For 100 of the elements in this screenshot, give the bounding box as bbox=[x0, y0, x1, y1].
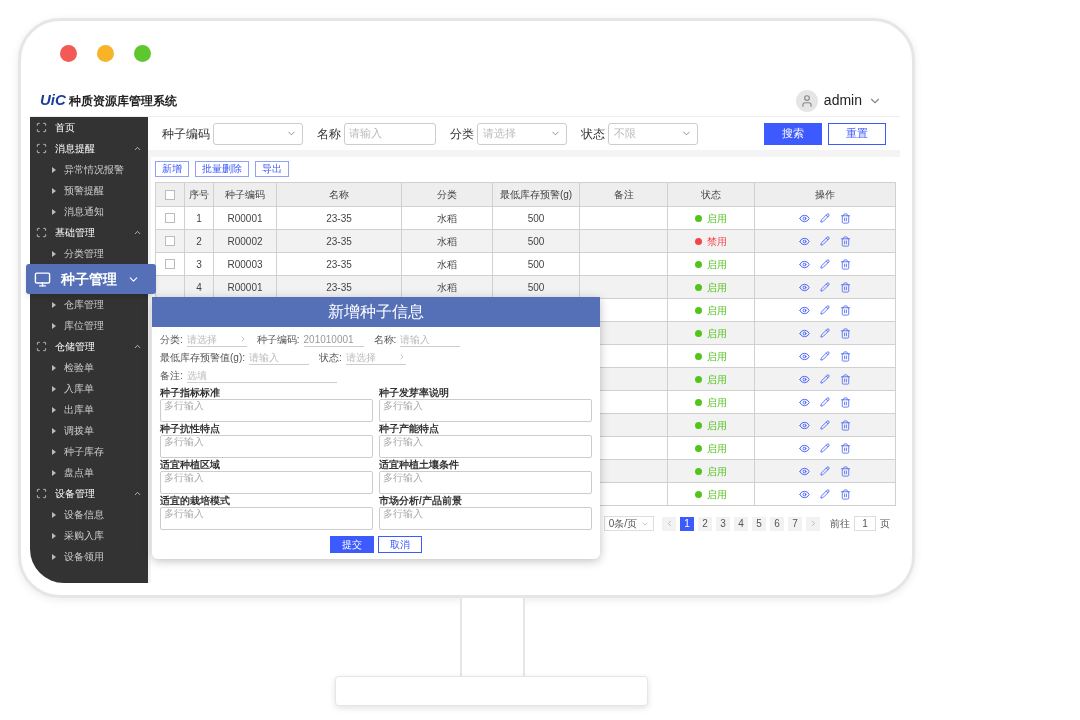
avatar[interactable] bbox=[795, 89, 818, 112]
edit-icon[interactable] bbox=[820, 328, 830, 338]
trash-icon[interactable] bbox=[840, 350, 851, 362]
edit-icon[interactable] bbox=[820, 420, 830, 430]
page-button[interactable]: 5 bbox=[752, 516, 766, 531]
edit-icon[interactable] bbox=[820, 282, 830, 292]
sidebar-group[interactable]: 设备管理 bbox=[30, 483, 148, 504]
trash-icon[interactable] bbox=[840, 304, 851, 316]
edit-icon[interactable] bbox=[820, 374, 830, 384]
prev-page-button[interactable] bbox=[662, 516, 676, 531]
checkbox[interactable] bbox=[165, 236, 175, 246]
sidebar-group[interactable]: 基础管理 bbox=[30, 222, 148, 243]
close-window-icon[interactable] bbox=[60, 44, 77, 62]
edit-icon[interactable] bbox=[820, 213, 830, 223]
sidebar-group[interactable]: 首页 bbox=[30, 117, 148, 138]
page-button[interactable]: 1 bbox=[680, 516, 694, 531]
sidebar-item-selected[interactable]: 种子管理 bbox=[26, 264, 156, 294]
sidebar-item[interactable]: 采购入库 bbox=[30, 525, 148, 546]
triangle-icon bbox=[52, 532, 56, 539]
triangle-icon bbox=[52, 511, 56, 518]
edit-icon[interactable] bbox=[820, 489, 830, 499]
edit-icon[interactable] bbox=[820, 259, 830, 269]
view-icon[interactable] bbox=[799, 442, 810, 454]
sidebar-item[interactable]: 分类管理 bbox=[30, 243, 148, 264]
goto-input[interactable]: 1 bbox=[854, 516, 876, 531]
sidebar-item[interactable]: 出库单 bbox=[30, 399, 148, 420]
view-icon[interactable] bbox=[799, 488, 810, 500]
view-icon[interactable] bbox=[799, 258, 810, 270]
view-icon[interactable] bbox=[799, 281, 810, 293]
view-icon[interactable] bbox=[799, 419, 810, 431]
edit-icon[interactable] bbox=[820, 397, 830, 407]
trash-icon[interactable] bbox=[840, 396, 851, 408]
edit-icon[interactable] bbox=[820, 443, 830, 453]
trash-icon[interactable] bbox=[840, 442, 851, 454]
sidebar-item[interactable]: 检验单 bbox=[30, 357, 148, 378]
edit-icon[interactable] bbox=[820, 351, 830, 361]
edit-icon[interactable] bbox=[820, 305, 830, 315]
checkbox[interactable] bbox=[165, 259, 175, 269]
column-header: 操作 bbox=[754, 182, 896, 207]
form-button[interactable]: 取消 bbox=[378, 536, 422, 553]
form-button[interactable]: 提交 bbox=[330, 536, 374, 553]
sidebar-item[interactable]: 消息通知 bbox=[30, 201, 148, 222]
sidebar-item[interactable]: 入库单 bbox=[30, 378, 148, 399]
checkbox[interactable] bbox=[165, 189, 175, 200]
edit-icon[interactable] bbox=[820, 236, 830, 246]
trash-icon[interactable] bbox=[840, 235, 851, 247]
sidebar-item[interactable]: 设备领用 bbox=[30, 546, 148, 567]
textarea-label: 适宜的栽培模式 bbox=[160, 494, 231, 507]
page-size-select[interactable]: 0条/页 bbox=[603, 516, 654, 531]
view-icon[interactable] bbox=[799, 465, 810, 477]
page-button[interactable]: 4 bbox=[734, 516, 748, 531]
toolbar-button[interactable]: 新增 bbox=[155, 161, 189, 177]
view-icon[interactable] bbox=[799, 304, 810, 316]
edit-icon[interactable] bbox=[820, 466, 830, 476]
page-button[interactable]: 3 bbox=[716, 516, 730, 531]
checkbox[interactable] bbox=[165, 213, 175, 223]
table-cell: 23-35 bbox=[326, 281, 352, 293]
sidebar-item[interactable]: 异常情况报警 bbox=[30, 159, 148, 180]
sidebar-item-label: 种子管理 bbox=[61, 269, 117, 289]
frame-icon bbox=[36, 227, 47, 238]
filter-button[interactable]: 重置 bbox=[828, 122, 886, 145]
sidebar-group[interactable]: 消息提醒 bbox=[30, 138, 148, 159]
status-text: 启用 bbox=[707, 257, 727, 272]
filter-button[interactable]: 搜索 bbox=[764, 122, 822, 145]
view-icon[interactable] bbox=[799, 212, 810, 224]
status-text: 启用 bbox=[707, 211, 727, 226]
view-icon[interactable] bbox=[799, 373, 810, 385]
field-label: 名称: bbox=[373, 333, 397, 347]
trash-icon[interactable] bbox=[840, 465, 851, 477]
textarea-label: 种子指标标准 bbox=[160, 386, 221, 399]
next-page-button[interactable] bbox=[806, 516, 820, 531]
sidebar-item[interactable]: 设备信息 bbox=[30, 504, 148, 525]
toolbar-button[interactable]: 导出 bbox=[255, 161, 289, 177]
sidebar-item[interactable]: 盘点单 bbox=[30, 462, 148, 483]
page-button[interactable]: 6 bbox=[770, 516, 784, 531]
view-icon[interactable] bbox=[799, 327, 810, 339]
view-icon[interactable] bbox=[799, 350, 810, 362]
table-cell: 3 bbox=[196, 258, 202, 270]
sidebar-item[interactable]: 仓库管理 bbox=[30, 294, 148, 315]
sidebar-item[interactable]: 库位管理 bbox=[30, 315, 148, 336]
minimize-window-icon[interactable] bbox=[97, 44, 114, 62]
sidebar-item[interactable]: 预警提醒 bbox=[30, 180, 148, 201]
view-icon[interactable] bbox=[799, 235, 810, 247]
trash-icon[interactable] bbox=[840, 419, 851, 431]
view-icon[interactable] bbox=[799, 396, 810, 408]
maximize-window-icon[interactable] bbox=[134, 44, 151, 62]
status-text: 启用 bbox=[707, 395, 727, 410]
trash-icon[interactable] bbox=[840, 488, 851, 500]
toolbar-button[interactable]: 批量删除 bbox=[195, 161, 249, 177]
trash-icon[interactable] bbox=[840, 258, 851, 270]
sidebar-group[interactable]: 仓储管理 bbox=[30, 336, 148, 357]
sidebar-item[interactable]: 调拨单 bbox=[30, 420, 148, 441]
sidebar-item[interactable]: 种子库存 bbox=[30, 441, 148, 462]
trash-icon[interactable] bbox=[840, 373, 851, 385]
select-field[interactable] bbox=[213, 122, 303, 145]
trash-icon[interactable] bbox=[840, 212, 851, 224]
page-button[interactable]: 7 bbox=[788, 516, 802, 531]
trash-icon[interactable] bbox=[840, 281, 851, 293]
page-button[interactable]: 2 bbox=[698, 516, 712, 531]
trash-icon[interactable] bbox=[840, 327, 851, 339]
